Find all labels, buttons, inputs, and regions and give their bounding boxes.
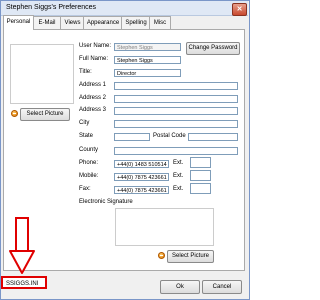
title-bar[interactable]: Stephen Siggs's Preferences ✕ xyxy=(1,1,248,16)
address2-label: Address 2 xyxy=(79,95,107,101)
address3-field[interactable] xyxy=(114,107,238,115)
county-label: County xyxy=(79,147,99,153)
tab-personal[interactable]: Personal xyxy=(3,15,34,30)
mobile-field[interactable]: +44(0) 7875 423661 xyxy=(114,173,169,181)
tab-misc[interactable]: Misc xyxy=(149,16,171,29)
select-picture-button[interactable]: Select Picture xyxy=(20,108,70,121)
full-name-field[interactable]: Stephen Siggs xyxy=(114,56,181,64)
mobile-ext-label: Ext. xyxy=(173,173,184,179)
state-field[interactable] xyxy=(114,133,150,141)
address1-label: Address 1 xyxy=(79,82,107,88)
user-name-field: Stephen Siggs xyxy=(114,43,181,51)
change-password-button[interactable]: Change Password xyxy=(186,42,240,55)
address3-label: Address 3 xyxy=(79,107,107,113)
city-label: City xyxy=(79,120,90,126)
electronic-signature-label: Electronic Signature xyxy=(79,199,133,205)
phone-field[interactable]: +44(0) 1483 510514 xyxy=(114,160,169,168)
fax-field[interactable]: +44(0) 7875 423661 xyxy=(114,186,169,194)
window-title: Stephen Siggs's Preferences xyxy=(6,4,97,11)
state-label: State xyxy=(79,133,94,139)
mobile-label: Mobile: xyxy=(79,173,99,179)
profile-picture-box xyxy=(10,44,74,104)
red-arrow-shaft xyxy=(15,217,29,252)
tab-spelling[interactable]: Spelling xyxy=(121,16,151,29)
address2-field[interactable] xyxy=(114,95,238,103)
fax-ext-label: Ext. xyxy=(173,186,184,192)
phone-ext-label: Ext. xyxy=(173,160,184,166)
ok-button[interactable]: Ok xyxy=(160,280,200,294)
phone-label: Phone: xyxy=(79,160,99,166)
user-name-label: User Name: xyxy=(79,43,112,49)
close-button[interactable]: ✕ xyxy=(232,3,247,16)
tab-appearance[interactable]: Appearance xyxy=(83,16,123,29)
tab-email[interactable]: E-Mail xyxy=(32,16,62,29)
signature-select-picture-icon xyxy=(158,252,165,259)
signature-box xyxy=(115,208,214,246)
county-field[interactable] xyxy=(114,147,238,155)
title-label: Title: xyxy=(79,69,92,75)
postal-code-field[interactable] xyxy=(188,133,238,141)
city-field[interactable] xyxy=(114,120,238,128)
postal-code-label: Postal Code xyxy=(153,133,186,139)
fax-ext-field[interactable] xyxy=(190,183,211,194)
tab-views[interactable]: Views xyxy=(60,16,85,29)
cancel-button[interactable]: Cancel xyxy=(202,280,242,294)
red-arrow xyxy=(9,217,35,274)
full-name-label: Full Name: xyxy=(79,56,109,62)
ini-file-indicator: SSIGGS.INI xyxy=(1,276,47,289)
fax-label: Fax: xyxy=(79,186,91,192)
title-field[interactable]: Director xyxy=(114,69,181,77)
address1-field[interactable] xyxy=(114,82,238,90)
red-arrow-head xyxy=(9,250,35,274)
signature-select-picture-button[interactable]: Select Picture xyxy=(167,250,214,263)
select-picture-icon xyxy=(11,110,18,117)
phone-ext-field[interactable] xyxy=(190,157,211,168)
mobile-ext-field[interactable] xyxy=(190,170,211,181)
